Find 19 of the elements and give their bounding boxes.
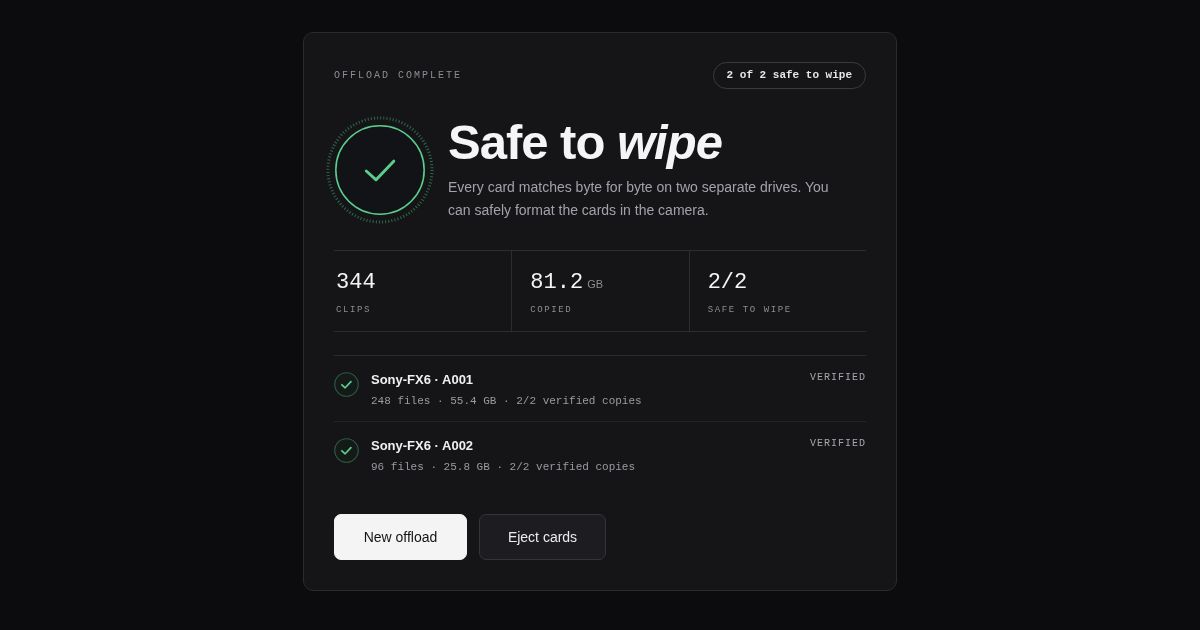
new-offload-button[interactable]: New offload bbox=[334, 514, 467, 560]
card-name: Sony-FX6 · A001 bbox=[371, 371, 475, 388]
stat-value: 81.2 bbox=[530, 270, 584, 296]
stat-unit: GB bbox=[587, 278, 604, 290]
card-details: 96 files · 25.8 GB · 2/2 verified copies bbox=[371, 460, 637, 474]
page-title: Safe to wipe bbox=[448, 116, 723, 168]
stat-label: SAFE TO WIPE bbox=[707, 305, 793, 315]
stat-label: COPIED bbox=[530, 305, 574, 315]
card-details: 248 files · 55.4 GB · 2/2 verified copies bbox=[371, 394, 643, 408]
check-circle-icon bbox=[326, 116, 434, 224]
description-text: Every card matches byte for byte on two separate drives. You can safely format the cards in the camera. bbox=[448, 178, 830, 220]
card-status: VERIFIED bbox=[810, 372, 866, 383]
eyebrow-label: OFFLOAD COMPLETE bbox=[334, 70, 462, 81]
card-status: VERIFIED bbox=[810, 438, 866, 449]
stat-value: 2/2 bbox=[707, 270, 748, 296]
card-name: Sony-FX6 · A002 bbox=[371, 437, 475, 454]
eject-button[interactable]: Eject cards bbox=[479, 514, 606, 560]
stat-value: 344 bbox=[336, 270, 376, 296]
stat-label: CLIPS bbox=[336, 305, 372, 315]
